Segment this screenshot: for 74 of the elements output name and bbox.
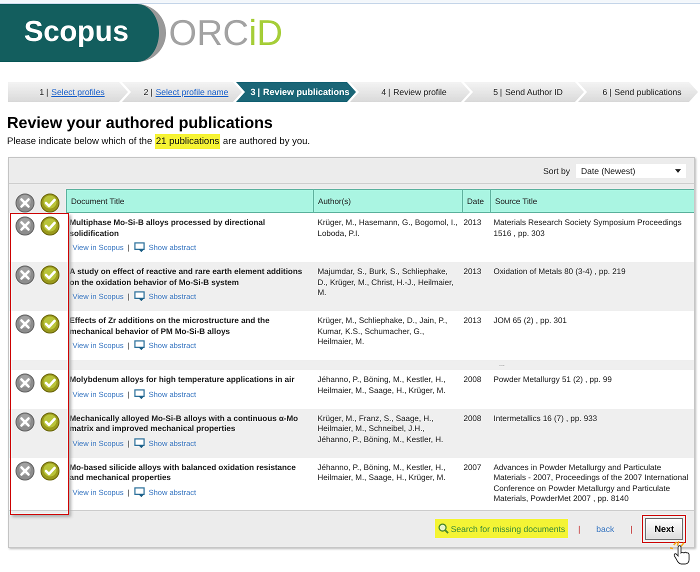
accept-icon[interactable] [40, 412, 60, 432]
step-tab[interactable]: 5 | Send Author ID [464, 82, 584, 102]
document-title: Mechanically alloyed Mo-Si-B alloys with a continuous α-Mo matrix and improved mechanical properties [70, 414, 300, 434]
accept-icon[interactable] [40, 460, 60, 480]
column-header: Document Title [66, 190, 314, 212]
step-separator: | [46, 87, 48, 97]
hand-cursor-icon [670, 540, 692, 566]
column-header: Source Title [490, 190, 694, 212]
table-cell: Powder Metallurgy 51 (2) , pp. 99 [490, 370, 694, 408]
document-title: Mo-based silicide alloys with balanced oxidation resistance and mechanical properties [70, 462, 297, 484]
table-cell: 2007 [462, 458, 490, 510]
back-link[interactable]: back [596, 524, 614, 534]
table-cell: 2008 [462, 408, 490, 458]
scopus-logo: Scopus [0, 4, 166, 62]
reject-icon[interactable] [15, 265, 35, 285]
abstract-icon[interactable] [134, 486, 145, 498]
abstract-icon[interactable] [134, 242, 145, 253]
search-icon [438, 523, 449, 534]
orcid-logo: ORCiD [168, 12, 283, 54]
reject-icon[interactable] [15, 373, 35, 393]
link-separator: | [630, 524, 632, 534]
step-tab[interactable]: 1 | Select profiles [8, 82, 128, 102]
table-cell: Krüger, M., Franz, S., Saage, H., Heilmaier, M., Schneibel, J.H., Jéhanno, P., Böning, M., Kestler, H. [314, 408, 462, 458]
table-cell: Jéhanno, P., Böning, M., Kestler, H., Heilmaier, M., Saage, H., Krüger, M. [314, 370, 462, 408]
step-separator: | [609, 87, 612, 97]
abstract-icon[interactable] [134, 438, 145, 448]
step-separator: | [388, 87, 390, 97]
step-tab[interactable]: 2 | Select profile name [122, 82, 242, 102]
step-tab[interactable]: 3 | Review publications [236, 82, 356, 102]
column-header: Date [462, 190, 490, 212]
table-cell: JOM 65 (2) , pp. 301 [490, 311, 694, 360]
table-cell: Majumdar, S., Burk, S., Schliephake, D., Krüger, M., Christ, H.-J., Heilmaier, M. [314, 262, 462, 311]
table-cell: Intermetallics 16 (7) , pp. 933 [490, 408, 694, 458]
abstract-icon[interactable] [134, 291, 145, 302]
document-title: Effects of Zr additions on the microstructure and the mechanical behavior of PM Mo-Si-B alloys [70, 316, 271, 337]
table-cell: Advances in Powder Metallurgy and Particulate Materials - 2007, Proceedings of the 2007 International Conference on Powder Metallurgy and Particulate Materials, PowderMet 2007 , pp. 8140 [490, 458, 694, 510]
sort-label: Sort by [543, 166, 570, 176]
table-cell: 2013 [462, 311, 490, 360]
step-separator: | [257, 87, 260, 97]
document-title: Multiphase Mo-Si-B alloys processed by directional solidification [70, 218, 266, 239]
reject-icon[interactable] [15, 412, 35, 432]
table-cell: 2008 [462, 370, 490, 408]
table-cell: Krüger, M., Schliephake, D., Jain, P., Kumar, K.S., Schumacher, G., Heilmaier, M. [314, 311, 462, 360]
sort-dropdown[interactable]: Date (Newest) [576, 164, 686, 178]
document-title: Molybdenum alloys for high temperature applications in air [70, 375, 296, 386]
step-tab[interactable]: 6 | Send publications [578, 82, 698, 102]
accept-icon[interactable] [40, 373, 60, 393]
reject-icon[interactable] [15, 216, 35, 236]
link-separator: | [578, 524, 580, 534]
step-tab[interactable]: 4 | Review profile [350, 82, 470, 102]
abstract-icon[interactable] [134, 340, 145, 351]
accept-icon[interactable] [40, 265, 60, 285]
step-separator: | [500, 87, 502, 97]
reject-icon[interactable] [15, 314, 35, 334]
reject-icon[interactable] [15, 192, 35, 212]
reject-icon[interactable] [15, 460, 35, 480]
search-missing-link[interactable]: Search for missing documents [434, 519, 568, 538]
abstract-icon[interactable] [134, 388, 145, 400]
accept-icon[interactable] [40, 314, 60, 334]
accept-icon[interactable] [40, 216, 60, 236]
table-cell: Krüger, M., Hasemann, G., Bogomol, I., Loboda, P.I. [314, 212, 462, 262]
step-separator: | [150, 87, 153, 97]
intro-text: Please indicate below which of the 21 publications are authored by you. [7, 136, 312, 147]
next-button[interactable]: Next [645, 518, 683, 540]
page-heading: Review your authored publications [7, 115, 274, 133]
accept-icon[interactable] [40, 192, 60, 212]
table-cell: 2013 [462, 262, 490, 311]
table-cell: Oxidation of Metals 80 (3-4) , pp. 219 [490, 262, 694, 311]
table-cell: Jéhanno, P., Böning, M., Kestler, H., Heilmaier, M., Saage, H., Krüger, M. [314, 458, 462, 510]
document-title: A study on effect of reactive and rare earth element additions on the oxidation behavior of Mo-Si-B system [70, 267, 304, 288]
table-cell: Materials Research Society Symposium Proceedings 1516 , pp. 303 [490, 212, 694, 262]
table-cell: 2013 [462, 212, 490, 262]
column-header: Author(s) [314, 190, 462, 212]
caret-icon [675, 168, 681, 172]
